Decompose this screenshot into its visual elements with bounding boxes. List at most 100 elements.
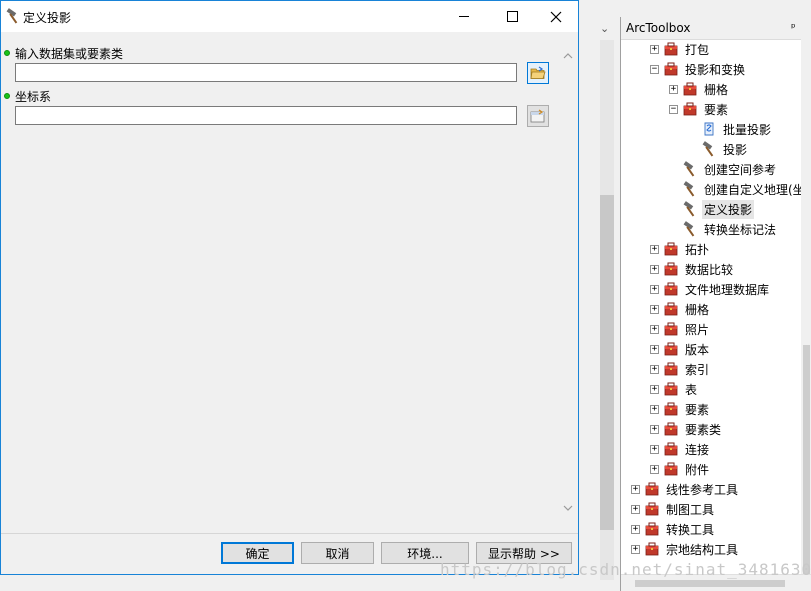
tree-item[interactable]: + 要素 <box>650 399 711 419</box>
tree-item-label: 照片 <box>685 322 710 337</box>
hammer-icon <box>682 161 698 177</box>
tree-item[interactable]: + 栅格 <box>650 299 711 319</box>
toolbox-vertical-scrollbar[interactable] <box>801 39 811 575</box>
tree-item-label: 连接 <box>685 442 710 457</box>
expand-icon[interactable]: + <box>650 404 659 414</box>
coordinate-system-field[interactable] <box>15 106 517 125</box>
tree-item[interactable]: + 打包 <box>650 39 711 59</box>
tree-item[interactable]: 投影 <box>688 139 749 159</box>
tree-item-label: 要素类 <box>685 422 722 437</box>
ok-button[interactable]: 确定 <box>221 542 294 564</box>
tree-item[interactable]: + 照片 <box>650 319 711 339</box>
expand-icon[interactable]: + <box>669 84 678 94</box>
hammer-icon <box>682 201 698 217</box>
input-dataset-label: 输入数据集或要素类 <box>15 47 124 61</box>
expand-icon[interactable]: + <box>650 244 659 254</box>
collapse-icon[interactable]: − <box>650 64 659 74</box>
expand-icon[interactable]: + <box>650 264 659 274</box>
tree-item[interactable]: − 投影和变换 <box>650 59 747 79</box>
expand-icon[interactable]: + <box>650 324 659 334</box>
hammer-icon <box>682 181 698 197</box>
cancel-button[interactable]: 取消 <box>301 542 374 564</box>
tree-item[interactable]: + 栅格 <box>669 79 730 99</box>
tree-item-label: 要素 <box>704 102 729 117</box>
dialog-scrollbar[interactable] <box>560 45 577 520</box>
toolbox-vertical-scroll-thumb[interactable] <box>803 345 810 575</box>
toolbox-icon <box>644 521 660 537</box>
input-dataset-field[interactable] <box>15 63 517 82</box>
expand-icon[interactable]: + <box>631 524 640 534</box>
close-icon <box>550 11 562 22</box>
tree-item[interactable]: + 制图工具 <box>631 499 716 519</box>
expand-icon[interactable]: + <box>650 424 659 434</box>
tree-item[interactable]: + 附件 <box>650 459 711 479</box>
toolbox-icon <box>663 341 679 357</box>
hammer-icon <box>701 141 717 157</box>
dialog-title: 定义投影 <box>23 11 72 25</box>
tree-item-label: 批量投影 <box>723 122 772 137</box>
expand-icon[interactable]: + <box>650 364 659 374</box>
dialog-titlebar[interactable]: 定义投影 <box>1 1 578 32</box>
expand-icon[interactable]: + <box>650 464 659 474</box>
tree-item[interactable]: + 表 <box>650 379 699 399</box>
tree-item[interactable]: + 要素类 <box>650 419 723 439</box>
scroll-up-icon[interactable] <box>563 51 573 61</box>
tree-item-label: 转换工具 <box>666 522 715 537</box>
toolbox-icon <box>644 481 660 497</box>
scroll-down-icon[interactable] <box>563 503 573 513</box>
expand-icon[interactable]: + <box>631 484 640 494</box>
expand-icon[interactable]: + <box>650 444 659 454</box>
tree-item[interactable]: 转换坐标记法 <box>669 219 778 239</box>
tree-item[interactable]: + 宗地结构工具 <box>631 539 740 559</box>
tree-item[interactable]: + 线性参考工具 <box>631 479 740 499</box>
expand-icon[interactable]: + <box>631 504 640 514</box>
tree-item-label: 附件 <box>685 462 710 477</box>
tree-item[interactable]: 批量投影 <box>688 119 773 139</box>
tree-item[interactable]: 定义投影 <box>669 199 755 219</box>
tree-item-label: 版本 <box>685 342 710 357</box>
toolbox-horizontal-scroll-thumb[interactable] <box>635 580 785 587</box>
expand-icon[interactable]: + <box>650 384 659 394</box>
expand-icon[interactable]: + <box>650 284 659 294</box>
tree-item-label: 创建自定义地理(坐 <box>704 182 805 197</box>
scroll-up-chevron-icon[interactable]: ⌄ <box>600 22 609 35</box>
tree-item[interactable]: + 拓扑 <box>650 239 711 259</box>
tree-item[interactable]: + 转换工具 <box>631 519 716 539</box>
arctoolbox-header: ArcToolbox ᵖ <box>621 17 811 40</box>
toolbox-icon <box>663 261 679 277</box>
tree-item[interactable]: + 版本 <box>650 339 711 359</box>
tree-item-label: 文件地理数据库 <box>685 282 770 297</box>
toolbox-icon <box>644 501 660 517</box>
tree-item-label: 索引 <box>685 362 710 377</box>
tree-item[interactable]: + 索引 <box>650 359 711 379</box>
toolbox-icon <box>663 361 679 377</box>
expand-icon[interactable]: + <box>650 344 659 354</box>
expand-icon[interactable]: + <box>650 44 659 54</box>
spatial-reference-properties-button[interactable] <box>527 105 549 127</box>
define-projection-dialog: 定义投影 输入数据集或要素类 坐标系 确定 取消 环境... 显示帮助 >> <box>0 0 579 575</box>
arctoolbox-panel: ArcToolbox ᵖ + 打包 − 投影和变换 + 栅格 − 要素 批量投影 投影 创建空间参考… <box>620 17 811 591</box>
tree-item[interactable]: + 文件地理数据库 <box>650 279 771 299</box>
pin-icon[interactable]: ᵖ <box>791 21 796 34</box>
tree-item[interactable]: 创建自定义地理(坐 <box>669 179 807 199</box>
tree-item[interactable]: + 数据比较 <box>650 259 735 279</box>
expand-icon[interactable]: + <box>650 304 659 314</box>
tree-item[interactable]: 创建空间参考 <box>669 159 778 179</box>
tree-item[interactable]: + 连接 <box>650 439 711 459</box>
tree-item-label: 投影 <box>723 142 748 157</box>
minimize-button[interactable] <box>441 1 487 32</box>
tree-item[interactable]: − 要素 <box>669 99 730 119</box>
maximize-icon <box>506 11 518 22</box>
required-indicator-icon <box>4 93 10 99</box>
collapse-icon[interactable]: − <box>669 104 678 114</box>
browse-dataset-button[interactable] <box>527 62 549 84</box>
expand-icon[interactable]: + <box>631 544 640 554</box>
toolbox-icon <box>663 461 679 477</box>
tree-item-label: 宗地结构工具 <box>666 542 739 557</box>
background-scrollbar-thumb[interactable] <box>600 195 614 530</box>
maximize-button[interactable] <box>489 1 535 32</box>
close-button[interactable] <box>533 1 579 32</box>
